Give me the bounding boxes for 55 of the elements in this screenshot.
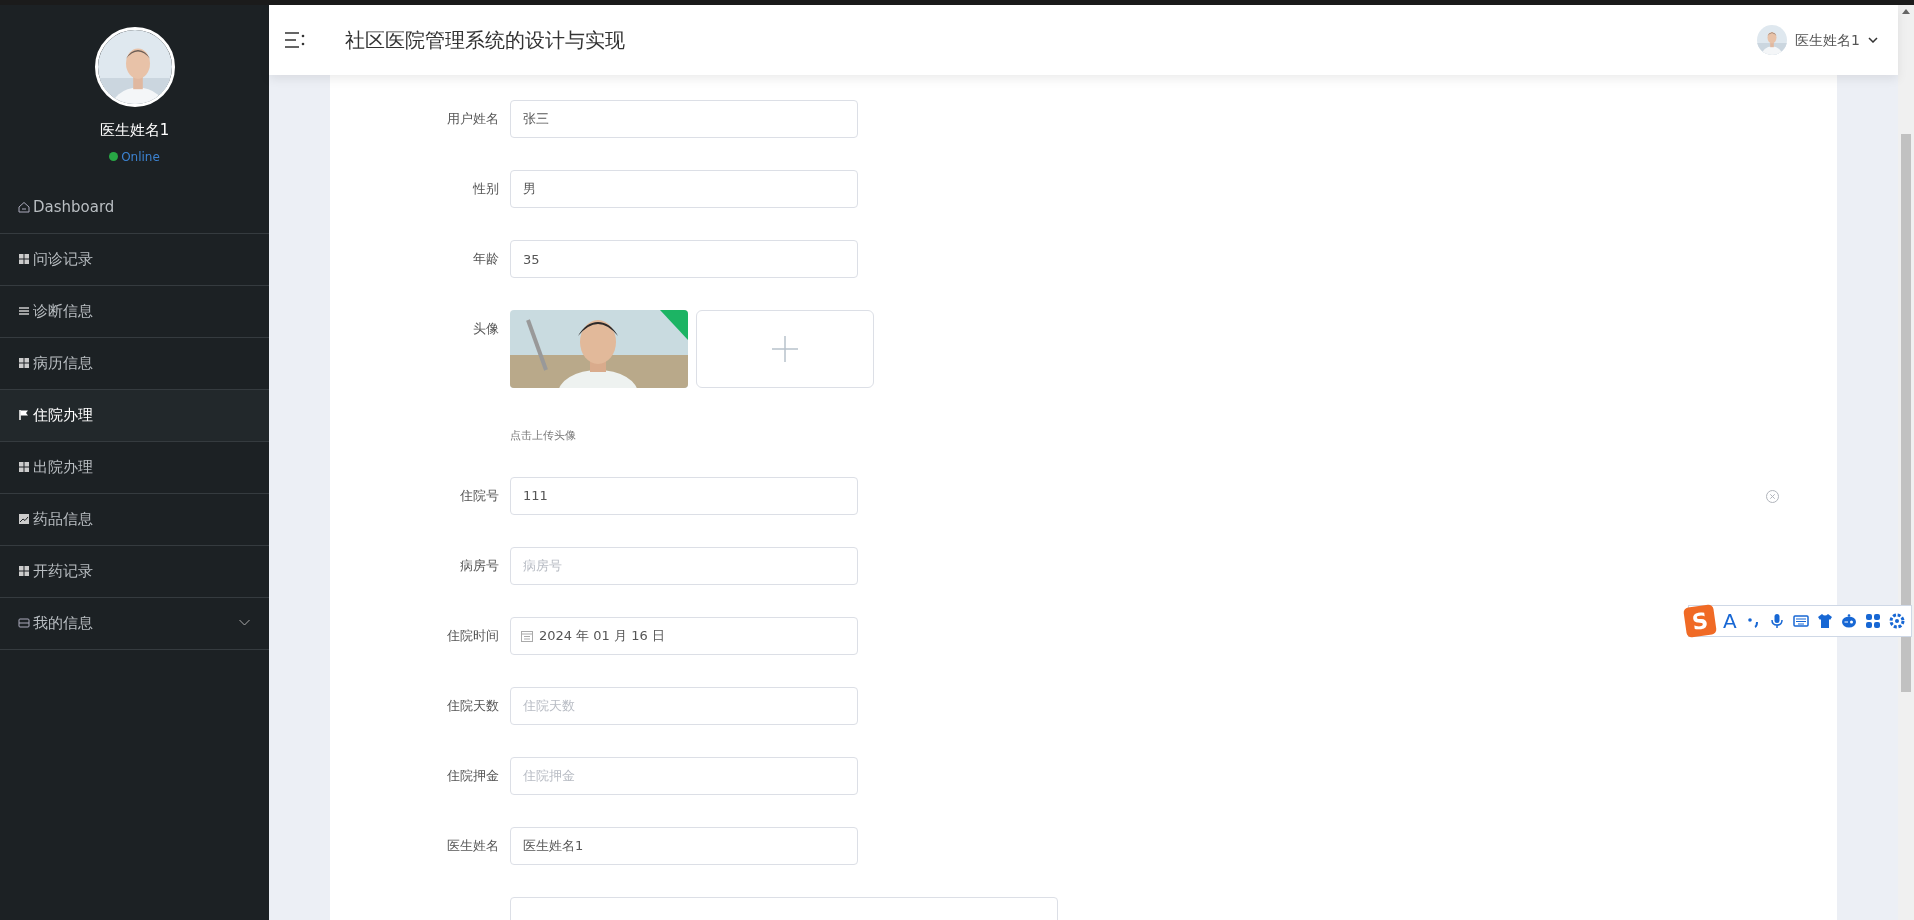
scrollbar-thumb[interactable]	[1901, 134, 1911, 692]
field-label: 头像	[472, 320, 500, 338]
list-icon	[18, 305, 30, 317]
microphone-icon[interactable]	[1768, 613, 1785, 629]
field-label: 年龄	[472, 250, 500, 268]
sidebar-item[interactable]: 我的信息	[0, 597, 269, 650]
sidebar-item[interactable]: 诊断信息	[0, 285, 269, 338]
home-icon	[18, 201, 30, 213]
grid-icon	[18, 357, 30, 369]
field-label: 住院号	[459, 486, 500, 505]
input-field[interactable]: 住院天数	[510, 686, 858, 725]
field-label: 住院押金	[446, 766, 500, 785]
grid-icon	[18, 565, 30, 577]
field-label: 性别	[472, 180, 500, 198]
input-field[interactable]: 张三	[510, 100, 858, 138]
input-field[interactable]: 医生姓名1	[510, 826, 858, 865]
input-field[interactable]: 男	[510, 170, 858, 208]
apps-icon[interactable]	[1864, 613, 1881, 629]
field-label: 住院时间	[446, 626, 500, 645]
user-menu[interactable]: 医生姓名1	[1757, 25, 1878, 55]
date-field[interactable]: 2024 年 01 月 16 日	[510, 616, 858, 655]
upload-hint: 点击上传头像	[510, 428, 577, 444]
page-title: 社区医院管理系统的设计与实现	[345, 27, 625, 54]
grid-icon	[18, 253, 30, 265]
card-icon	[18, 617, 30, 629]
input-field[interactable]: 住院押金	[510, 756, 858, 795]
sidebar-item[interactable]: 问诊记录	[0, 233, 269, 286]
field-label: 病房号	[459, 556, 500, 575]
user-name: 医生姓名1	[99, 120, 170, 141]
status-text: Online	[121, 148, 160, 166]
field-label: 住院天数	[446, 696, 500, 715]
flag-icon	[18, 409, 30, 421]
menu-icon[interactable]	[285, 32, 305, 48]
plus-icon	[772, 336, 798, 362]
robot-icon[interactable]	[1840, 613, 1857, 629]
scroll-up-icon[interactable]	[1902, 9, 1910, 14]
chart-icon	[18, 513, 30, 525]
input-field[interactable]: 111	[510, 476, 858, 515]
input-field[interactable]: 病房号	[510, 546, 858, 585]
sidebar-item[interactable]: 住院办理	[0, 389, 269, 442]
calendar-icon	[521, 629, 533, 642]
sidebar-item[interactable]: 出院办理	[0, 441, 269, 494]
keyboard-icon[interactable]	[1792, 613, 1809, 629]
sidebar-item[interactable]: Dashboard	[0, 181, 269, 234]
sidebar-item[interactable]: 开药记录	[0, 545, 269, 598]
ime-letter[interactable]: A	[1723, 606, 1737, 636]
sidebar-item[interactable]: 病历信息	[0, 337, 269, 390]
field-label: 医生姓名	[446, 836, 500, 855]
field-label: 用户姓名	[446, 110, 500, 128]
settings-icon[interactable]	[1888, 613, 1905, 629]
caret-icon	[1868, 37, 1878, 43]
sidebar-item[interactable]: 药品信息	[0, 493, 269, 546]
grid-icon	[18, 461, 30, 473]
input-field[interactable]: 35	[510, 240, 858, 278]
shirt-icon[interactable]	[1816, 613, 1833, 629]
